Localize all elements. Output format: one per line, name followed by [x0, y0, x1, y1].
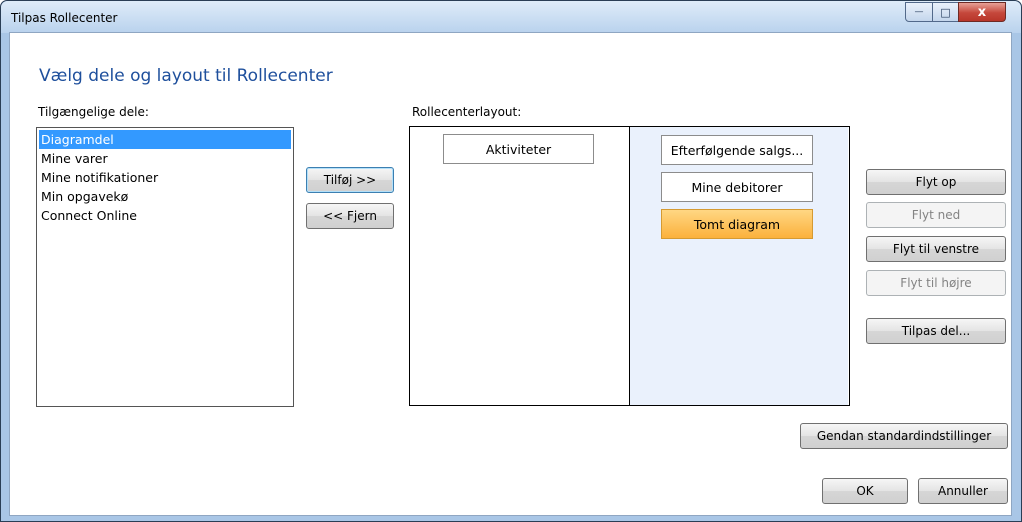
window-title: Tilpas Rollecenter [11, 11, 118, 25]
maximize-button[interactable]: □ [932, 2, 959, 22]
move-right-button[interactable]: Flyt til højre [866, 270, 1006, 296]
move-left-button[interactable]: Flyt til venstre [866, 236, 1006, 262]
list-item[interactable]: Min opgavekø [39, 187, 291, 206]
list-item[interactable]: Mine varer [39, 149, 291, 168]
layout-part[interactable]: Efterfølgende salgs... [661, 135, 813, 165]
minimize-icon: — [914, 7, 924, 17]
close-icon: x [977, 4, 987, 20]
move-down-button[interactable]: Flyt ned [866, 202, 1006, 228]
remove-part-button[interactable]: << Fjern [306, 203, 394, 229]
cancel-button[interactable]: Annuller [918, 478, 1008, 504]
title-bar[interactable]: Tilpas Rollecenter — □ x [1, 1, 1021, 33]
restore-defaults-button[interactable]: Gendan standardindstillinger [800, 423, 1008, 449]
list-item[interactable]: Diagramdel [39, 130, 291, 149]
layout-column-2[interactable] [629, 127, 848, 405]
layout-label: Rollecenterlayout: [412, 105, 522, 119]
list-item[interactable]: Connect Online [39, 206, 291, 225]
layout-part[interactable]: Mine debitorer [661, 172, 813, 202]
move-up-button[interactable]: Flyt op [866, 169, 1006, 195]
minimize-button[interactable]: — [905, 2, 933, 22]
layout-part-selected[interactable]: Tomt diagram [661, 209, 813, 239]
ok-button[interactable]: OK [822, 478, 908, 504]
available-parts-list[interactable]: Diagramdel Mine varer Mine notifikatione… [36, 127, 294, 407]
add-part-button[interactable]: Tilføj >> [306, 167, 394, 193]
close-button[interactable]: x [958, 2, 1006, 22]
layout-part[interactable]: Aktiviteter [443, 134, 594, 164]
page-title: Vælg dele og layout til Rollecenter [39, 66, 333, 86]
maximize-icon: □ [940, 5, 951, 19]
list-item[interactable]: Mine notifikationer [39, 168, 291, 187]
customize-part-button[interactable]: Tilpas del... [866, 318, 1006, 344]
available-parts-label: Tilgængelige dele: [38, 105, 149, 119]
